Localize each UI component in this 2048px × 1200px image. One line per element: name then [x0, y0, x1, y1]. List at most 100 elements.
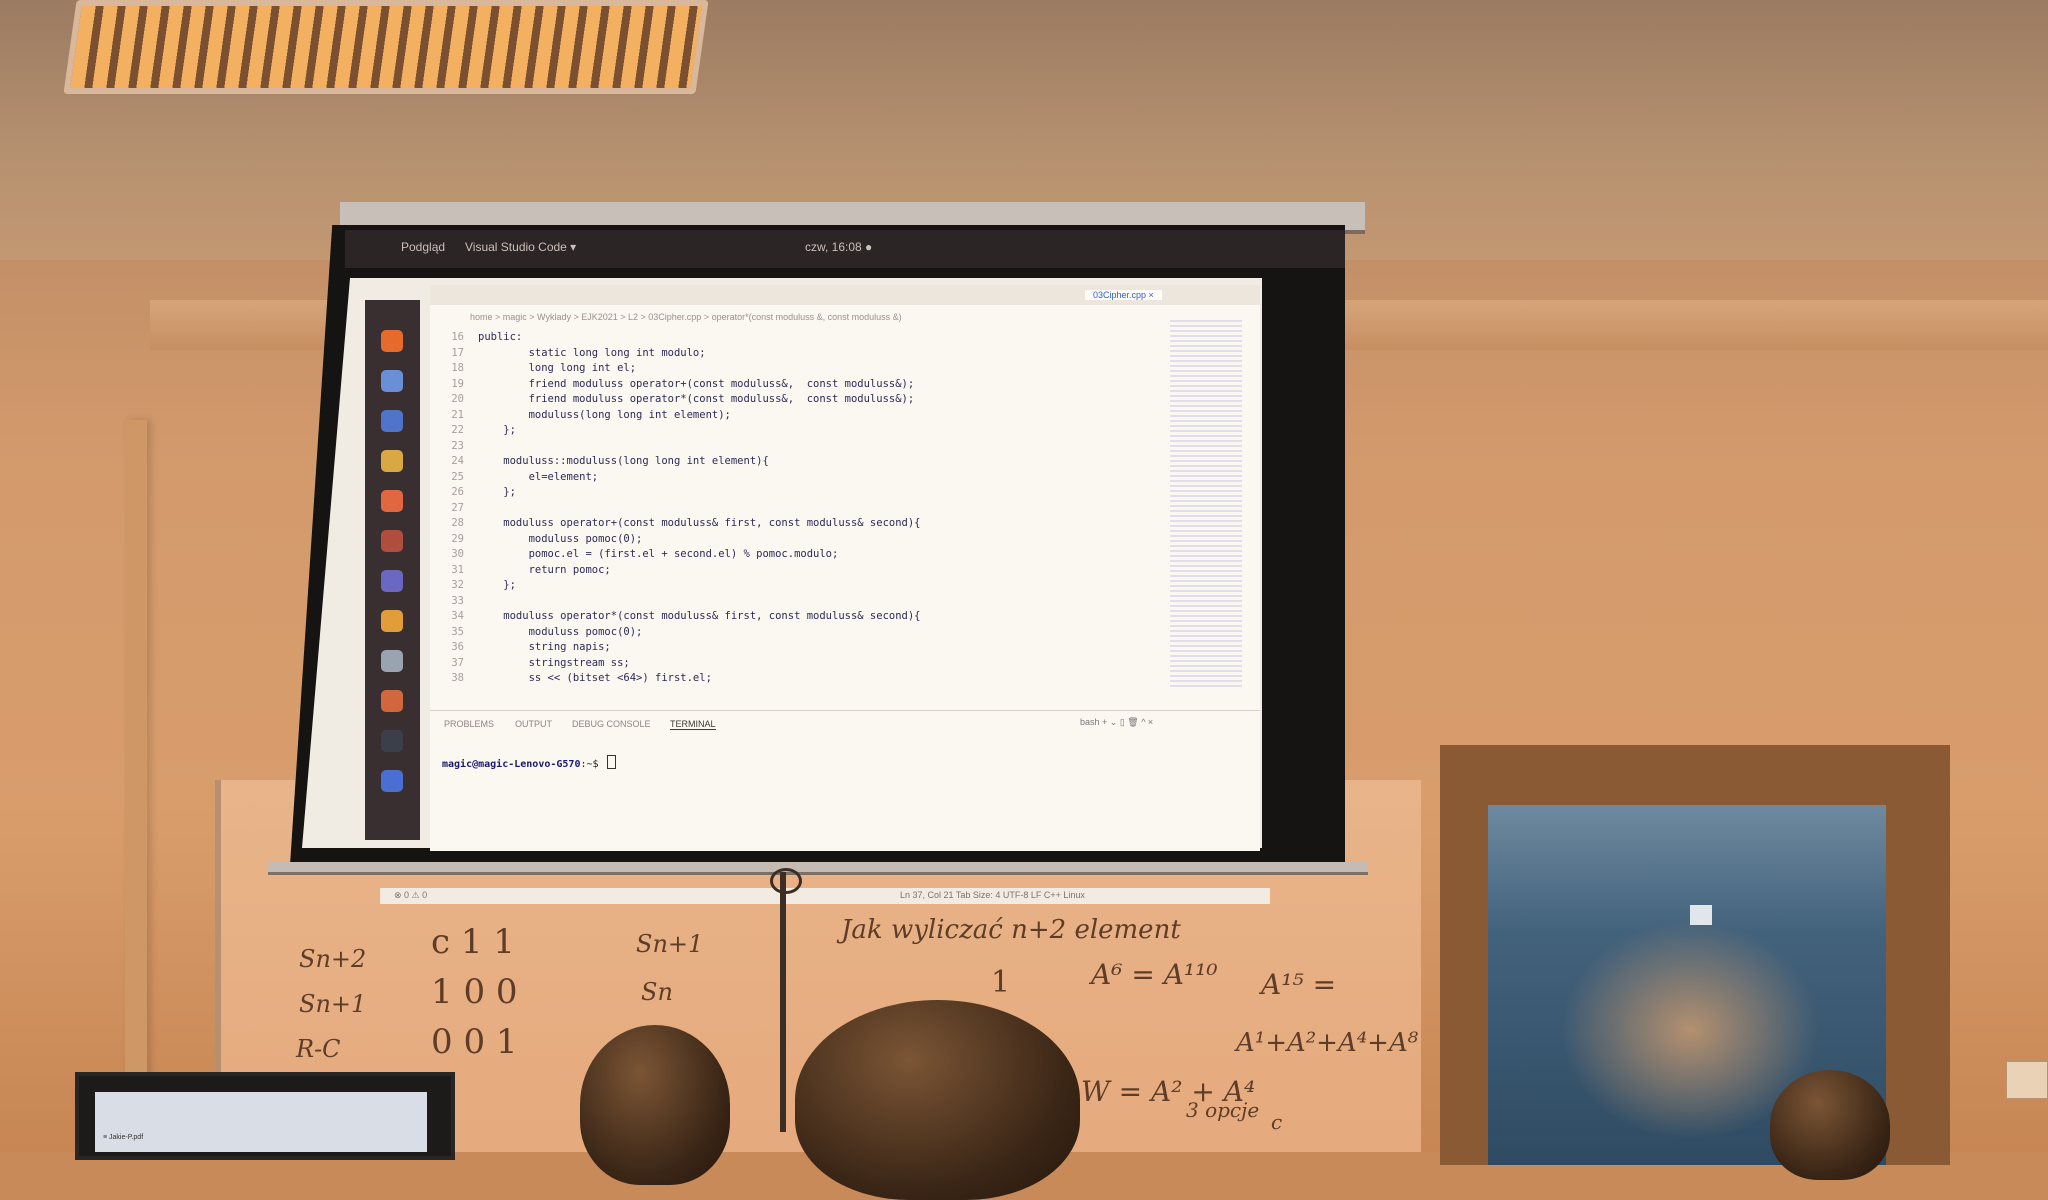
text-editor-icon[interactable]	[381, 650, 403, 672]
line-number: 34	[451, 610, 464, 622]
code-line[interactable]: 29 moduluss pomoc(0);	[430, 532, 642, 547]
line-text: };	[478, 579, 516, 591]
code-line[interactable]: 17 static long long int modulo;	[430, 346, 706, 361]
code-line[interactable]: 32 };	[430, 578, 516, 593]
terminal-panel: PROBLEMS OUTPUT DEBUG CONSOLE TERMINAL b…	[430, 710, 1260, 851]
firefox-icon[interactable]	[381, 330, 403, 352]
line-number: 27	[451, 501, 464, 514]
line-number: 20	[451, 393, 464, 405]
line-text: friend moduluss operator*(const moduluss…	[478, 393, 915, 405]
topbar-app-menu[interactable]: Visual Studio Code ▾	[465, 240, 576, 254]
wall-socket	[1690, 905, 1712, 925]
code-line[interactable]: 35 moduluss pomoc(0);	[430, 625, 642, 640]
line-number: 16	[451, 331, 464, 343]
line-text: ss << (bitset <64>) first.el;	[478, 672, 712, 684]
document-icon[interactable]	[381, 410, 403, 432]
app-icon[interactable]	[381, 530, 403, 552]
line-number: 29	[451, 532, 464, 545]
line-text: return pomoc;	[478, 563, 611, 576]
code-line[interactable]: 34 moduluss operator*(const moduluss& fi…	[430, 609, 921, 624]
prompt-tail: :~$	[580, 759, 605, 770]
code-line[interactable]: 23	[430, 439, 478, 454]
software-icon[interactable]	[381, 490, 403, 512]
status-problems[interactable]: ⊗ 0 ⚠ 0	[394, 890, 427, 901]
line-text: stringstream ss;	[478, 656, 630, 669]
line-number: 38	[451, 672, 464, 684]
line-text: pomoc.el = (first.el + second.el) % pomo…	[478, 548, 839, 560]
line-text: string napis;	[478, 641, 611, 653]
tab-terminal[interactable]: TERMINAL	[670, 719, 716, 730]
code-line[interactable]: 26 };	[430, 485, 516, 500]
code-line[interactable]: 24 moduluss::moduluss(long long int elem…	[430, 454, 769, 469]
code-line[interactable]: 25 el=element;	[430, 470, 598, 485]
screen-bottom-bar	[268, 862, 1368, 875]
line-number: 18	[451, 362, 464, 374]
terminal-icon[interactable]	[381, 730, 403, 752]
line-text: long long int el;	[478, 362, 637, 374]
matrix-row-2: 1 0 0	[431, 972, 518, 1012]
whiteboard-one: 1	[991, 965, 1011, 1000]
tab-debug-console[interactable]: DEBUG CONSOLE	[572, 719, 651, 729]
desktop-topbar: Podgląd Visual Studio Code ▾ czw, 16:08 …	[345, 230, 1345, 268]
status-info[interactable]: Ln 37, Col 21 Tab Size: 4 UTF-8 LF C++ L…	[900, 890, 1085, 900]
code-editor[interactable]: 16 public: 17 static long long int modulo;…	[430, 290, 1260, 710]
line-text: };	[478, 424, 516, 436]
vscode-icon[interactable]	[381, 770, 403, 792]
student-head	[580, 1025, 730, 1185]
tab-output[interactable]: OUTPUT	[515, 719, 552, 729]
tab-problems[interactable]: PROBLEMS	[444, 719, 494, 729]
mail-icon[interactable]	[381, 370, 403, 392]
app-icon[interactable]	[381, 690, 403, 712]
code-line[interactable]: 30 pomoc.el = (first.el + second.el) % p…	[430, 547, 838, 562]
screen-pull-ring	[770, 868, 802, 894]
line-text: moduluss pomoc(0);	[478, 532, 643, 545]
light-switch	[2005, 1060, 2048, 1100]
code-line[interactable]: 21 moduluss(long long int element);	[430, 408, 731, 423]
line-text: friend moduluss operator+(const moduluss…	[478, 377, 915, 390]
code-line[interactable]: 19 friend moduluss operator+(const modul…	[430, 377, 914, 392]
line-number: 19	[451, 377, 464, 390]
code-line[interactable]: 20 friend moduluss operator*(const modul…	[430, 392, 914, 407]
line-text: moduluss operator*(const moduluss& first…	[478, 610, 921, 622]
code-line[interactable]: 33	[430, 594, 478, 609]
files-icon[interactable]	[381, 450, 403, 472]
breadcrumb[interactable]: home > magic > Wyklady > EJK2021 > L2 > …	[470, 312, 902, 322]
whiteboard-eq-sum: A¹+A²+A⁴+A⁸	[1236, 1028, 1419, 1058]
whiteboard-eq-a15: A¹⁵ =	[1261, 968, 1337, 1001]
matrix-row-3: 0 0 1	[431, 1022, 518, 1062]
line-number: 32	[451, 579, 464, 591]
whiteboard-title: Jak wyliczać n+2 element	[841, 915, 1181, 945]
code-line[interactable]: 31 return pomoc;	[430, 563, 611, 578]
topbar-clock[interactable]: czw, 16:08 ●	[805, 240, 872, 254]
monitor-tab: ≡ Jakie-P.pdf	[103, 1134, 144, 1141]
vlc-icon[interactable]	[381, 610, 403, 632]
line-number: 24	[451, 455, 464, 467]
code-line[interactable]: 38 ss << (bitset <64>) first.el;	[430, 671, 712, 686]
code-line[interactable]: 18 long long int el;	[430, 361, 636, 376]
whiteboard-rc: R-C	[296, 1035, 341, 1063]
line-number: 25	[451, 470, 464, 483]
line-text: public:	[478, 331, 523, 343]
student-head	[1770, 1070, 1890, 1180]
code-line[interactable]: 22 };	[430, 423, 516, 438]
editor-tabs: 03Cipher.cpp ×	[430, 285, 1260, 305]
minimap[interactable]	[1170, 320, 1242, 690]
line-number: 21	[451, 408, 464, 421]
code-line[interactable]: 16 public:	[430, 330, 522, 345]
tab-03cipher[interactable]: 03Cipher.cpp ×	[1085, 290, 1162, 300]
status-bar: ⊗ 0 ⚠ 0 Ln 37, Col 21 Tab Size: 4 UTF-8 …	[380, 888, 1270, 904]
code-line[interactable]: 36 string napis;	[430, 640, 611, 655]
app-icon[interactable]	[381, 570, 403, 592]
terminal-controls[interactable]: bash + ⌄ ▯ 🗑 ^ ×	[1080, 717, 1153, 728]
line-text: moduluss::moduluss(long long int element…	[478, 455, 769, 467]
topbar-activities[interactable]: Podgląd	[401, 240, 445, 254]
code-line[interactable]: 28 moduluss operator+(const moduluss& fi…	[430, 516, 920, 531]
terminal-prompt[interactable]: magic@magic-Lenovo-G570:~$	[442, 755, 616, 770]
line-text: static long long int modulo;	[478, 346, 706, 359]
line-text: };	[478, 486, 516, 498]
code-line[interactable]: 27	[430, 501, 478, 516]
matrix-row-1: c 1 1	[431, 922, 515, 962]
line-number: 30	[451, 548, 464, 560]
whiteboard-sn: Sn	[641, 978, 673, 1006]
code-line[interactable]: 37 stringstream ss;	[430, 656, 630, 671]
